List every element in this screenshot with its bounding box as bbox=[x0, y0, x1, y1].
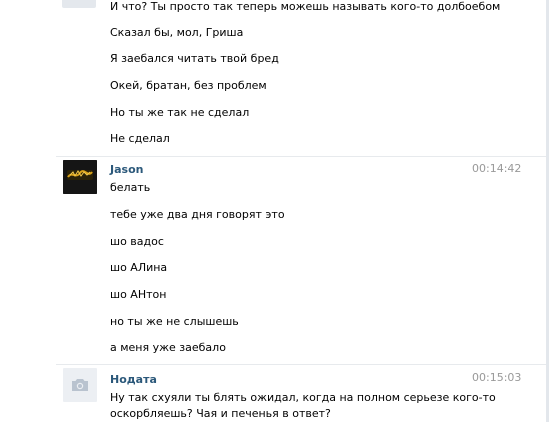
avatar[interactable] bbox=[63, 368, 97, 402]
author-name[interactable]: Нодата bbox=[110, 373, 157, 387]
message-text: шо вадос bbox=[110, 235, 164, 248]
message-text: И что? Ты просто так теперь можешь назыв… bbox=[110, 0, 501, 13]
avatar[interactable] bbox=[63, 160, 97, 194]
message-timestamp[interactable]: 00:15:03 bbox=[472, 371, 521, 385]
avatar[interactable] bbox=[62, 0, 96, 8]
message-text: оскорбляешь? Чая и печенья в ответ? bbox=[110, 407, 331, 420]
message-separator bbox=[56, 156, 546, 157]
message-separator bbox=[56, 364, 546, 365]
message-text: шо АНтон bbox=[110, 288, 167, 301]
message-text: тебе уже два дня говорят это bbox=[110, 208, 285, 221]
message-text: Сказал бы, мол, Гриша bbox=[110, 26, 244, 39]
message-text: Ну так схуяли ты блять ожидал, когда на … bbox=[110, 391, 496, 404]
message-text: Окей, братан, без проблем bbox=[110, 79, 267, 92]
message-text: а меня уже заебало bbox=[110, 341, 226, 354]
author-name[interactable]: Jason bbox=[110, 163, 143, 177]
message-text: шо АЛина bbox=[110, 261, 168, 274]
message-text: но ты же не слышешь bbox=[110, 315, 239, 328]
message-text: Я заебался читать твой бред bbox=[110, 52, 279, 65]
message-text: белать bbox=[110, 181, 151, 194]
user-photo-icon bbox=[63, 160, 97, 194]
message-text: Но ты же так не сделал bbox=[110, 106, 250, 119]
message-timestamp[interactable]: 00:14:42 bbox=[472, 162, 521, 176]
camera-icon bbox=[72, 379, 88, 391]
message-text: Не сделал bbox=[110, 132, 170, 145]
